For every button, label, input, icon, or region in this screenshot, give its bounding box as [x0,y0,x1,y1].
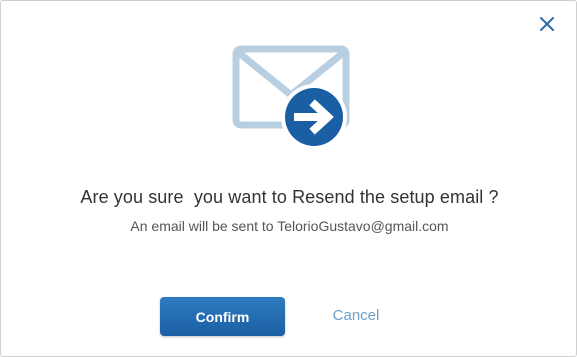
dialog-message: An email will be sent to TelorioGustavo@… [130,218,449,234]
close-icon [540,17,554,31]
close-button[interactable] [536,13,558,35]
cancel-button[interactable]: Cancel [321,307,391,324]
resend-email-dialog: Are you sure you want to Resend the setu… [0,0,577,357]
envelope-arrow-icon [230,43,352,151]
confirm-button[interactable]: Confirm [160,297,285,336]
dialog-title: Are you sure you want to Resend the setu… [80,187,499,207]
